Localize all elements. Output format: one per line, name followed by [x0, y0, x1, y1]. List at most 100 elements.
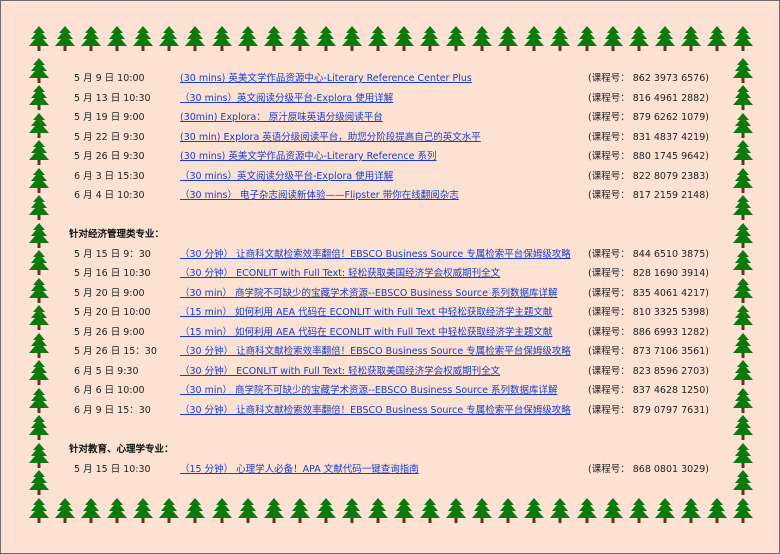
- course-title-link[interactable]: (30 mins) 英美文学作品资源中心-Literary Reference …: [180, 149, 436, 165]
- course-code: (课程号： 873 7106 3561): [588, 346, 709, 357]
- christmas-tree-icon: [653, 25, 677, 53]
- course-title-link[interactable]: （15 min） 如何利用 AEA 代码在 ECONLIT with Full …: [180, 325, 552, 341]
- course-row: 5 月 26 日 15：30 （30 分钟） 让商科文献检索效率翻倍！EBSCO …: [1, 344, 779, 360]
- christmas-tree-icon: [418, 25, 442, 53]
- course-code: (课程号： 868 0801 3029): [588, 464, 709, 475]
- christmas-tree-icon: [601, 497, 625, 525]
- christmas-tree-icon: [366, 25, 390, 53]
- christmas-tree-icon: [157, 25, 181, 53]
- christmas-tree-icon: [27, 497, 51, 525]
- course-row: 6 月 4 日 10:30 （30 mins） 电子杂志阅读新体验——Flipst…: [1, 188, 779, 204]
- course-title-link[interactable]: （30 min） 商学院不可缺少的宝藏学术资源--EBSCO Business …: [180, 383, 557, 399]
- christmas-tree-icon: [601, 25, 625, 53]
- course-date: 5 月 13 日 10:30: [74, 93, 151, 104]
- course-title-link[interactable]: （30 mins） 电子杂志阅读新体验——Flipster 带你在线翻阅杂志: [180, 188, 459, 204]
- course-date: 6 月 6 日 10:00: [74, 385, 145, 396]
- christmas-tree-icon: [548, 25, 572, 53]
- course-row: 6 月 5 日 9:30 （30 分钟） ECONLIT with Full Te…: [1, 364, 779, 380]
- christmas-tree-icon: [679, 25, 703, 53]
- course-title-link[interactable]: （15 min） 如何利用 AEA 代码在 ECONLIT with Full …: [180, 305, 552, 321]
- christmas-tree-icon: [392, 25, 416, 53]
- christmas-tree-icon: [131, 25, 155, 53]
- course-title-link[interactable]: （15 分钟） 心理学人必备！APA 文献代码一键查询指南: [180, 462, 419, 478]
- course-row: 6 月 6 日 10:00 （30 min） 商学院不可缺少的宝藏学术资源--EB…: [1, 383, 779, 399]
- christmas-tree-icon: [496, 25, 520, 53]
- christmas-tree-icon: [340, 25, 364, 53]
- christmas-tree-icon: [210, 497, 234, 525]
- course-title-link[interactable]: （30 分钟） 让商科文献检索效率翻倍！EBSCO Business Sourc…: [180, 344, 571, 360]
- course-row: 6 月 9 日 15：30 （30 分钟） 让商科文献检索效率翻倍！EBSCO B…: [1, 403, 779, 419]
- section-heading: 针对经济管理类专业：: [69, 229, 165, 240]
- course-row: 5 月 15 日 10:30 （15 分钟） 心理学人必备！APA 文献代码一键查…: [1, 462, 779, 478]
- course-date: 5 月 15 日 9：30: [74, 249, 151, 260]
- christmas-tree-icon: [705, 25, 729, 53]
- course-title-link[interactable]: （30 mins）英文阅读分级平台-Explora 使用详解: [180, 91, 393, 107]
- christmas-tree-icon: [731, 497, 755, 525]
- course-row: 5 月 26 日 9:00 （15 min） 如何利用 AEA 代码在 ECONL…: [1, 325, 779, 341]
- christmas-tree-icon: [157, 497, 181, 525]
- course-title-link[interactable]: （30 mins）英文阅读分级平台-Explora 使用详解: [180, 169, 393, 185]
- course-row: 5 月 19 日 9:00 (30min) Explora： 原汁原味英语分级阅读…: [1, 110, 779, 126]
- course-title-link[interactable]: (30 min) Explora 英语分级阅读平台，助您分阶段提高自己的英文水平: [180, 130, 481, 146]
- course-date: 5 月 26 日 9:00: [74, 327, 145, 338]
- christmas-tree-icon: [131, 497, 155, 525]
- christmas-tree-icon: [444, 497, 468, 525]
- christmas-tree-icon: [496, 497, 520, 525]
- course-code: (课程号： 831 4837 4219): [588, 132, 709, 143]
- christmas-tree-icon: [314, 497, 338, 525]
- christmas-tree-icon: [183, 497, 207, 525]
- christmas-tree-icon: [27, 25, 51, 53]
- christmas-tree-icon: [418, 497, 442, 525]
- christmas-tree-icon: [653, 497, 677, 525]
- christmas-tree-icon: [522, 25, 546, 53]
- christmas-tree-icon: [366, 497, 390, 525]
- decorated-page-frame: 5 月 9 日 10:00 (30 mins) 英美文学作品资源中心-Litera…: [0, 0, 780, 554]
- christmas-tree-icon: [262, 25, 286, 53]
- christmas-tree-icon: [236, 25, 260, 53]
- christmas-tree-icon: [627, 497, 651, 525]
- christmas-tree-icon: [210, 25, 234, 53]
- course-code: (课程号： 828 1690 3914): [588, 268, 709, 279]
- course-code: (课程号： 879 0797 7631): [588, 405, 709, 416]
- christmas-tree-icon: [470, 497, 494, 525]
- section-heading: 针对教育、心理学专业：: [69, 444, 174, 455]
- course-row: 5 月 16 日 10:30 （30 分钟） ECONLIT with Full …: [1, 266, 779, 282]
- course-code: (课程号： 822 8079 2383): [588, 171, 709, 182]
- course-row: 5 月 15 日 9：30 （30 分钟） 让商科文献检索效率翻倍！EBSCO B…: [1, 247, 779, 263]
- christmas-tree-icon: [470, 25, 494, 53]
- course-title-link[interactable]: （30 分钟） ECONLIT with Full Text: 轻松获取美国经济…: [180, 266, 500, 282]
- course-row: 5 月 20 日 9:00 （30 min） 商学院不可缺少的宝藏学术资源--EB…: [1, 286, 779, 302]
- course-date: 6 月 4 日 10:30: [74, 190, 145, 201]
- course-date: 5 月 16 日 10:30: [74, 268, 151, 279]
- christmas-tree-icon: [444, 25, 468, 53]
- course-row: 5 月 26 日 9:30 (30 mins) 英美文学作品资源中心-Litera…: [1, 149, 779, 165]
- christmas-tree-icon: [627, 25, 651, 53]
- christmas-tree-icon: [79, 25, 103, 53]
- course-row: 5 月 13 日 10:30 （30 mins）英文阅读分级平台-Explora …: [1, 91, 779, 107]
- course-title-link[interactable]: (30min) Explora： 原汁原味英语分级阅读平台: [180, 110, 383, 126]
- course-title-link[interactable]: (30 mins) 英美文学作品资源中心-Literary Reference …: [180, 71, 472, 87]
- course-date: 5 月 9 日 10:00: [74, 73, 145, 84]
- course-title-link[interactable]: （30 分钟） 让商科文献检索效率翻倍！EBSCO Business Sourc…: [180, 247, 571, 263]
- course-code: (课程号： 835 4061 4217): [588, 288, 709, 299]
- course-date: 5 月 19 日 9:00: [74, 112, 145, 123]
- christmas-tree-icon: [262, 497, 286, 525]
- course-code: (课程号： 810 3325 5398): [588, 307, 709, 318]
- christmas-tree-icon: [105, 25, 129, 53]
- course-row: 5 月 22 日 9:30 (30 min) Explora 英语分级阅读平台，助…: [1, 130, 779, 146]
- christmas-tree-icon: [731, 222, 755, 250]
- christmas-tree-icon: [53, 25, 77, 53]
- christmas-tree-icon: [705, 497, 729, 525]
- christmas-tree-icon: [340, 497, 364, 525]
- course-date: 6 月 9 日 15：30: [74, 405, 151, 416]
- christmas-tree-icon: [288, 25, 312, 53]
- course-title-link[interactable]: （30 分钟） 让商科文献检索效率翻倍！EBSCO Business Sourc…: [180, 403, 571, 419]
- christmas-tree-icon: [79, 497, 103, 525]
- course-title-link[interactable]: （30 min） 商学院不可缺少的宝藏学术资源--EBSCO Business …: [180, 286, 557, 302]
- christmas-tree-icon: [731, 25, 755, 53]
- course-code: (课程号： 862 3973 6576): [588, 73, 709, 84]
- christmas-tree-icon: [288, 497, 312, 525]
- course-row: 5 月 9 日 10:00 (30 mins) 英美文学作品资源中心-Litera…: [1, 71, 779, 87]
- course-title-link[interactable]: （30 分钟） ECONLIT with Full Text: 轻松获取美国经济…: [180, 364, 500, 380]
- christmas-tree-icon: [679, 497, 703, 525]
